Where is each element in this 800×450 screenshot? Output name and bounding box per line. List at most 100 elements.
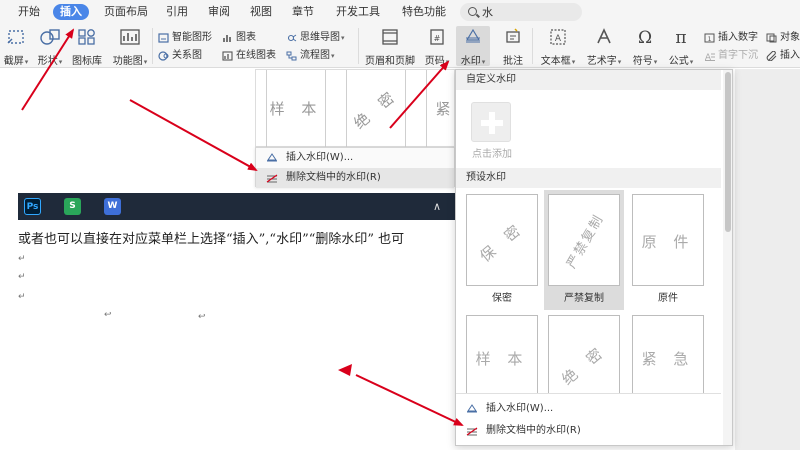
delete-watermark-menu-item[interactable]: 删除文档中的水印(R) bbox=[456, 420, 721, 442]
chevron-down-icon: ▾ bbox=[341, 34, 345, 42]
flowchart-label: 流程图 bbox=[300, 50, 330, 61]
screenshot-button[interactable]: 截屏▾ bbox=[0, 24, 32, 68]
function-chart-icon bbox=[120, 29, 140, 45]
paragraph-mark: ↵ bbox=[18, 254, 26, 264]
insert-watermark-menu-item[interactable]: 插入水印(W)... bbox=[456, 398, 721, 420]
embedded-delete-watermark-label: 删除文档中的水印(R) bbox=[286, 172, 381, 183]
insert-attachment-button[interactable]: 插入 bbox=[764, 48, 800, 64]
preset-top-secret-text: 绝 密 bbox=[558, 341, 611, 389]
preset-original[interactable]: 原 件 bbox=[632, 194, 704, 286]
insert-label: 插入 bbox=[780, 50, 800, 61]
chevron-down-icon: ▾ bbox=[689, 58, 694, 66]
shapes-label: 形状 bbox=[37, 56, 58, 67]
art-text-button[interactable]: 艺术字▾ bbox=[582, 24, 626, 68]
ribbon-divider bbox=[152, 28, 153, 64]
chart-button[interactable]: 图表 bbox=[220, 30, 256, 46]
paragraph-mark: ↵ bbox=[18, 292, 26, 302]
screenshot-label: 截屏 bbox=[3, 56, 24, 67]
relation-diagram-button[interactable]: 关系图 bbox=[156, 48, 202, 64]
delete-watermark-label: 删除文档中的水印(R) bbox=[486, 425, 581, 436]
header-footer-icon bbox=[382, 29, 398, 45]
insert-number-button[interactable]: 1 插入数字 bbox=[702, 30, 758, 46]
page-number-button[interactable]: # 页码▾ bbox=[420, 24, 454, 68]
first-sink-button[interactable]: A 首字下沉 bbox=[702, 48, 758, 64]
relation-diagram-label: 关系图 bbox=[172, 50, 202, 61]
page-number-icon: # bbox=[430, 29, 444, 45]
comment-icon bbox=[506, 28, 520, 43]
flowchart-button[interactable]: 流程图▾ bbox=[284, 48, 335, 64]
function-chart-button[interactable]: 功能图▾ bbox=[108, 24, 152, 68]
object-button[interactable]: 对象 bbox=[764, 30, 800, 46]
chevron-down-icon: ▾ bbox=[143, 58, 148, 66]
photoshop-app-icon: Ps bbox=[24, 198, 41, 215]
paperclip-icon bbox=[766, 51, 777, 61]
mind-map-button[interactable]: 思维导图▾ bbox=[284, 30, 345, 46]
search-box[interactable] bbox=[460, 3, 582, 21]
tab-insert[interactable]: 插入 bbox=[53, 4, 89, 20]
preset-no-copy-label: 严禁复制 bbox=[564, 293, 604, 304]
menu-tab-bar: 开始 插入 页面布局 引用 审阅 视图 章节 开发工具 特色功能 bbox=[0, 0, 800, 24]
smart-shape-button[interactable]: 智能图形 bbox=[156, 30, 212, 46]
drop-cap-icon: A bbox=[705, 53, 715, 61]
textbox-label: 文本框 bbox=[540, 56, 571, 67]
online-chart-button[interactable]: 在线图表 bbox=[220, 48, 276, 64]
shapes-button[interactable]: 形状▾ bbox=[32, 24, 68, 68]
wps-sheet-app-icon: S bbox=[64, 198, 81, 215]
svg-text:Ω: Ω bbox=[638, 28, 652, 46]
preset-confidential[interactable]: 保 密 bbox=[466, 194, 538, 286]
function-chart-label: 功能图 bbox=[112, 56, 143, 67]
tab-home[interactable]: 开始 bbox=[18, 4, 40, 20]
chevron-down-icon: ▾ bbox=[617, 58, 622, 66]
preset-original-text: 原 件 bbox=[641, 233, 695, 251]
add-watermark-label: 点击添加 bbox=[472, 149, 512, 160]
embedded-insert-watermark-label: 插入水印(W)... bbox=[286, 152, 354, 163]
search-input[interactable] bbox=[482, 4, 572, 20]
preset-watermark-heading: 预设水印 bbox=[456, 168, 721, 188]
tab-page-layout[interactable]: 页面布局 bbox=[104, 4, 148, 20]
comment-button[interactable]: 批注 bbox=[496, 24, 530, 68]
first-sink-label: 首字下沉 bbox=[718, 50, 758, 61]
insert-watermark-label: 插入水印(W)... bbox=[486, 403, 554, 414]
insert-number-icon: 1 bbox=[704, 33, 715, 43]
tab-references[interactable]: 引用 bbox=[166, 4, 188, 20]
relation-diagram-icon bbox=[158, 51, 169, 61]
add-watermark-button[interactable] bbox=[471, 102, 511, 142]
svg-text:#: # bbox=[434, 34, 441, 43]
delete-watermark-icon bbox=[266, 174, 278, 183]
header-footer-button[interactable]: 页眉和页脚 bbox=[362, 24, 418, 68]
chevron-down-icon: ▾ bbox=[58, 58, 63, 66]
symbol-button[interactable]: Ω 符号▾ bbox=[628, 24, 662, 68]
mind-map-label: 思维导图 bbox=[300, 32, 340, 43]
preset-sample-text: 样 本 bbox=[475, 350, 529, 368]
online-chart-icon bbox=[222, 51, 233, 61]
tab-review[interactable]: 审阅 bbox=[208, 4, 230, 20]
scrollbar-thumb[interactable] bbox=[725, 72, 731, 232]
embedded-watermark-preview: 样 本 绝 密 紧 bbox=[255, 69, 466, 148]
online-chart-label: 在线图表 bbox=[236, 50, 276, 61]
tab-view[interactable]: 视图 bbox=[250, 4, 272, 20]
textbox-icon: A bbox=[550, 29, 566, 45]
ribbon-divider bbox=[532, 28, 533, 64]
preset-urgent-text: 紧 急 bbox=[641, 350, 695, 368]
embedded-card-top-secret: 绝 密 bbox=[346, 70, 406, 148]
watermark-label: 水印 bbox=[460, 56, 481, 67]
tab-special-features[interactable]: 特色功能 bbox=[402, 4, 446, 20]
chart-icon bbox=[223, 35, 231, 42]
art-text-label: 艺术字 bbox=[586, 56, 617, 67]
icon-library-button[interactable]: 图标库 bbox=[68, 24, 106, 68]
embedded-card-text: 样 本 bbox=[269, 100, 323, 118]
watermark-button[interactable]: 水印▾ bbox=[456, 26, 490, 67]
panel-scrollbar[interactable] bbox=[723, 70, 732, 445]
textbox-button[interactable]: A 文本框▾ bbox=[536, 24, 580, 68]
chevron-up-icon: ∧ bbox=[433, 200, 442, 213]
formula-button[interactable]: π 公式▾ bbox=[664, 24, 698, 68]
preset-no-copy[interactable]: 严禁复制 bbox=[548, 194, 620, 286]
object-label: 对象 bbox=[780, 32, 800, 43]
page-number-label: 页码 bbox=[424, 56, 445, 67]
embedded-card-sample: 样 本 bbox=[266, 70, 326, 148]
chevron-down-icon: ▾ bbox=[331, 52, 335, 60]
chevron-down-icon: ▾ bbox=[571, 58, 576, 66]
ribbon-divider bbox=[358, 28, 359, 64]
tab-developer[interactable]: 开发工具 bbox=[336, 4, 380, 20]
tab-chapter[interactable]: 章节 bbox=[292, 4, 314, 20]
